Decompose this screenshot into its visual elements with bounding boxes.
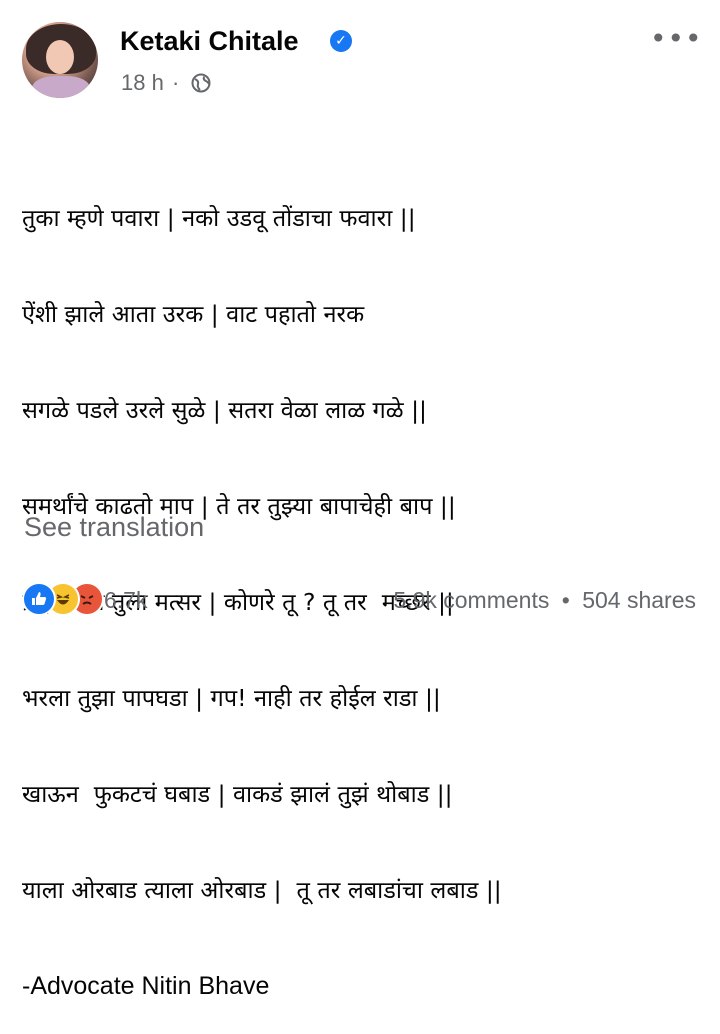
shares-count[interactable]: 504 shares — [582, 587, 696, 613]
engagement-separator: • — [561, 587, 570, 613]
post-line: खाऊन फुकटचं घबाड | वाकडं झालं तुझं थोबाड… — [22, 780, 453, 808]
verified-badge-icon: ✓ — [330, 30, 352, 52]
avatar-shirt — [32, 76, 90, 98]
more-options-icon[interactable]: ••• — [650, 25, 703, 53]
post-line: याला ओरबाड त्याला ओरबाड | तू तर लबाडांचा… — [22, 876, 502, 904]
see-translation-link[interactable]: See translation — [24, 512, 204, 543]
post-line: भरला तुझा पापघडा | गप! नाही तर होईल राडा… — [22, 684, 441, 712]
post-line: तुका म्हणे पवारा | नको उडवू तोंडाचा फवार… — [22, 204, 416, 232]
comments-count[interactable]: 5.9k comments — [393, 587, 549, 613]
like-icon — [22, 582, 56, 616]
avatar-face — [46, 40, 74, 74]
post-line-attribution: -Advocate Nitin Bhave — [22, 972, 270, 1000]
reaction-count[interactable]: 6.7k — [104, 587, 147, 614]
globe-icon[interactable] — [191, 73, 211, 93]
author-name[interactable]: Ketaki Chitale — [120, 26, 299, 57]
engagement-stats: 5.9k comments • 504 shares — [393, 587, 696, 614]
avatar[interactable] — [22, 22, 98, 98]
post-text: तुका म्हणे पवारा | नको उडवू तोंडाचा फवार… — [22, 138, 712, 1034]
post-line: सगळे पडले उरले सुळे | सतरा वेळा लाळ गळे … — [22, 396, 427, 424]
post-time[interactable]: 18 h — [121, 70, 164, 95]
post-meta: 18 h · — [121, 70, 211, 96]
meta-separator: · — [171, 70, 180, 95]
post-line: ऐंशी झाले आता उरक | वाट पहातो नरक — [22, 300, 365, 328]
